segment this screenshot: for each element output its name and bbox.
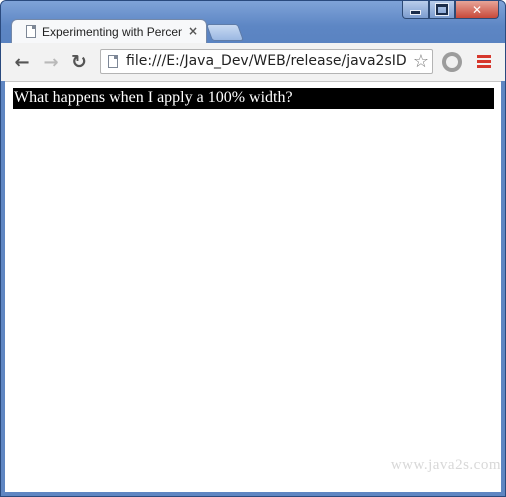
page-content: What happens when I apply a 100% width? …	[5, 82, 501, 494]
forward-button[interactable]: →	[40, 51, 62, 73]
tab-active[interactable]: Experimenting with Percen ×	[11, 19, 207, 44]
window-border-bottom	[1, 492, 505, 496]
extension-icon[interactable]	[442, 52, 462, 72]
minimize-button[interactable]	[402, 1, 429, 19]
tab-close-icon[interactable]: ×	[188, 24, 198, 38]
address-bar[interactable]: file:///E:/Java_Dev/WEB/release/java2sID…	[100, 49, 433, 74]
back-button[interactable]: ←	[11, 51, 33, 73]
title-bar: ✕ Experimenting with Percen ×	[1, 1, 505, 44]
url-text[interactable]: file:///E:/Java_Dev/WEB/release/java2sID	[126, 53, 411, 69]
browser-window: ✕ Experimenting with Percen × ← → ↻ file…	[0, 0, 506, 497]
window-controls: ✕	[402, 1, 499, 19]
close-icon: ✕	[471, 2, 483, 17]
maximize-icon	[435, 3, 449, 16]
page-icon	[108, 55, 118, 68]
full-width-block: What happens when I apply a 100% width?	[13, 88, 494, 109]
maximize-button[interactable]	[429, 1, 455, 19]
minimize-icon	[410, 9, 421, 15]
bookmark-star-icon[interactable]: ☆	[413, 51, 429, 73]
window-border-right	[501, 81, 505, 496]
tab-title: Experimenting with Percen	[42, 25, 182, 39]
browser-toolbar: ← → ↻ file:///E:/Java_Dev/WEB/release/ja…	[1, 43, 505, 82]
new-tab-button[interactable]	[205, 24, 245, 41]
reload-button[interactable]: ↻	[68, 51, 90, 73]
watermark: www.java2s.com	[390, 457, 501, 473]
menu-icon[interactable]	[477, 55, 491, 69]
page-icon	[26, 25, 36, 38]
close-window-button[interactable]: ✕	[455, 1, 499, 19]
